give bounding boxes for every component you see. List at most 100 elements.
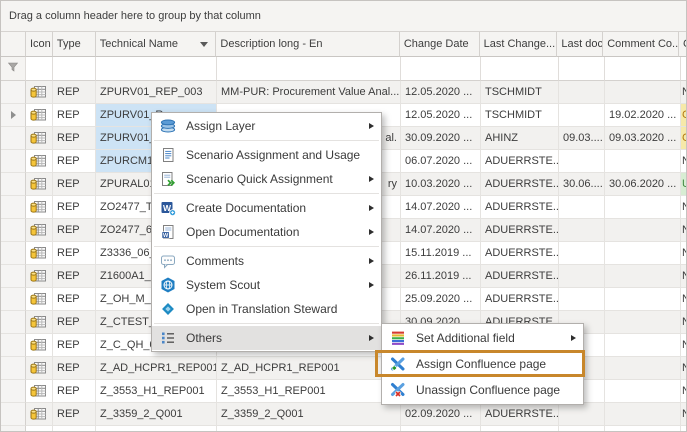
cell-last-doc[interactable] xyxy=(559,81,605,104)
cell-icon[interactable] xyxy=(26,265,53,288)
cell-status[interactable]: N xyxy=(681,311,687,334)
submenu-item-set-additional-field[interactable]: Set Additional field xyxy=(382,325,583,351)
column-header-comment[interactable]: Comment Co... xyxy=(603,32,679,57)
cell-comment[interactable] xyxy=(605,426,681,432)
cell-type[interactable]: REP xyxy=(53,311,96,334)
column-header-type[interactable]: Type xyxy=(53,32,96,57)
column-header-user[interactable]: Last Change... xyxy=(480,32,558,57)
context-menu-item-open-documentation[interactable]: WOpen Documentation xyxy=(152,220,381,244)
cell-comment[interactable] xyxy=(605,380,681,403)
table-row[interactable]: REPZPURV01_REP_003MM-PUR: Procurement Va… xyxy=(1,81,687,104)
cell-last-changed-by[interactable]: TSCHMIDT xyxy=(481,104,559,127)
table-row[interactable]: REPZ_AD_HCPR1_REP001Z_AD_HCPR1_REP001N xyxy=(1,357,687,380)
cell-status[interactable]: N xyxy=(681,334,687,357)
cell-last-changed-by[interactable]: AHINZ xyxy=(481,127,559,150)
cell-description[interactable]: Z_3359_2_Q001 xyxy=(217,403,401,426)
cell-comment[interactable]: 30.06.2020 ... xyxy=(605,173,681,196)
cell-comment[interactable]: 19.02.2020 ... xyxy=(605,104,681,127)
cell-description[interactable]: Z_3553_H1_REP001 xyxy=(217,380,401,403)
cell-last-doc[interactable] xyxy=(559,104,605,127)
cell-change-date[interactable]: 25.09.2020 ... xyxy=(401,288,481,311)
cell-last-changed-by[interactable]: ADUERRSTE... xyxy=(481,265,559,288)
cell-comment[interactable] xyxy=(605,357,681,380)
cell-icon[interactable] xyxy=(26,426,53,432)
cell-icon[interactable] xyxy=(26,380,53,403)
cell-last-doc[interactable] xyxy=(559,426,605,432)
cell-technical-name[interactable] xyxy=(96,426,217,432)
column-header-c[interactable]: C xyxy=(679,32,687,57)
cell-comment[interactable] xyxy=(605,81,681,104)
submenu-item-unassign-confluence-page[interactable]: Unassign Confluence page xyxy=(382,377,583,403)
cell-status[interactable]: N xyxy=(681,288,687,311)
cell-icon[interactable] xyxy=(26,334,53,357)
cell-change-date[interactable]: 14.07.2020 ... xyxy=(401,196,481,219)
context-menu-item-scenario-assignment-and-usage[interactable]: Scenario Assignment and Usage xyxy=(152,143,381,167)
cell-type[interactable]: REP xyxy=(53,334,96,357)
cell-last-doc[interactable] xyxy=(559,196,605,219)
cell-change-date[interactable]: 02.09.2020 ... xyxy=(401,403,481,426)
cell-icon[interactable] xyxy=(26,219,53,242)
cell-type[interactable]: REP xyxy=(53,426,96,432)
filter-cell-user[interactable] xyxy=(481,57,559,81)
cell-comment[interactable] xyxy=(605,265,681,288)
cell-status[interactable]: N xyxy=(681,81,687,104)
cell-comment[interactable] xyxy=(605,242,681,265)
cell-comment[interactable]: 09.03.2020 ... xyxy=(605,127,681,150)
cell-last-changed-by[interactable]: ADUERRSTE... xyxy=(481,150,559,173)
table-row[interactable]: REP xyxy=(1,426,687,432)
cell-last-changed-by[interactable]: ADUERRSTE... xyxy=(481,242,559,265)
cell-type[interactable]: REP xyxy=(53,196,96,219)
submenu-item-assign-confluence-page[interactable]: Assign Confluence page xyxy=(382,351,583,377)
cell-status[interactable]: N xyxy=(681,150,687,173)
cell-status[interactable]: N xyxy=(681,242,687,265)
cell-last-changed-by[interactable]: TSCHMIDT xyxy=(481,81,559,104)
column-header-desc[interactable]: Description long - En xyxy=(216,32,399,57)
cell-icon[interactable] xyxy=(26,196,53,219)
cell-last-doc[interactable] xyxy=(559,265,605,288)
filter-cell-icon[interactable] xyxy=(26,57,53,81)
cell-last-doc[interactable] xyxy=(559,403,605,426)
cell-comment[interactable] xyxy=(605,334,681,357)
cell-change-date[interactable]: 14.07.2020 ... xyxy=(401,219,481,242)
cell-type[interactable]: REP xyxy=(53,173,96,196)
cell-type[interactable]: REP xyxy=(53,288,96,311)
cell-comment[interactable] xyxy=(605,196,681,219)
cell-description[interactable] xyxy=(217,426,401,432)
cell-type[interactable]: REP xyxy=(53,127,96,150)
cell-icon[interactable] xyxy=(26,81,53,104)
context-menu-item-system-scout[interactable]: System Scout xyxy=(152,273,381,297)
filter-cell-comment[interactable] xyxy=(605,57,681,81)
cell-comment[interactable] xyxy=(605,150,681,173)
cell-last-doc[interactable] xyxy=(559,150,605,173)
cell-last-changed-by[interactable]: ADUERRSTE... xyxy=(481,196,559,219)
cell-change-date[interactable]: 06.07.2020 ... xyxy=(401,150,481,173)
cell-status[interactable]: N xyxy=(681,219,687,242)
cell-comment[interactable] xyxy=(605,311,681,334)
filter-cell-lastdoc[interactable] xyxy=(559,57,605,81)
filter-cell-tech[interactable] xyxy=(96,57,217,81)
cell-last-doc[interactable]: 09.03.... xyxy=(559,127,605,150)
cell-type[interactable]: REP xyxy=(53,219,96,242)
cell-status[interactable]: C xyxy=(681,104,687,127)
cell-technical-name[interactable]: Z_3359_2_Q001 xyxy=(96,403,217,426)
cell-status[interactable]: N xyxy=(681,403,687,426)
table-row[interactable]: REPZ_3553_H1_REP001Z_3553_H1_REP001N xyxy=(1,380,687,403)
cell-last-changed-by[interactable]: ADUERRSTE... xyxy=(481,403,559,426)
cell-last-doc[interactable] xyxy=(559,288,605,311)
cell-icon[interactable] xyxy=(26,403,53,426)
cell-change-date[interactable]: 12.05.2020 ... xyxy=(401,81,481,104)
cell-type[interactable]: REP xyxy=(53,81,96,104)
filter-cell-c[interactable] xyxy=(681,57,687,81)
cell-status[interactable] xyxy=(681,426,687,432)
cell-icon[interactable] xyxy=(26,173,53,196)
cell-type[interactable]: REP xyxy=(53,242,96,265)
cell-comment[interactable] xyxy=(605,403,681,426)
cell-icon[interactable] xyxy=(26,242,53,265)
cell-type[interactable]: REP xyxy=(53,380,96,403)
cell-technical-name[interactable]: ZPURV01_REP_003 xyxy=(96,81,217,104)
cell-icon[interactable] xyxy=(26,311,53,334)
cell-change-date[interactable]: 26.11.2019 ... xyxy=(401,265,481,288)
cell-last-changed-by[interactable] xyxy=(481,426,559,432)
cell-last-doc[interactable]: 30.06.... xyxy=(559,173,605,196)
column-header-tech[interactable]: Technical Name xyxy=(96,32,217,57)
